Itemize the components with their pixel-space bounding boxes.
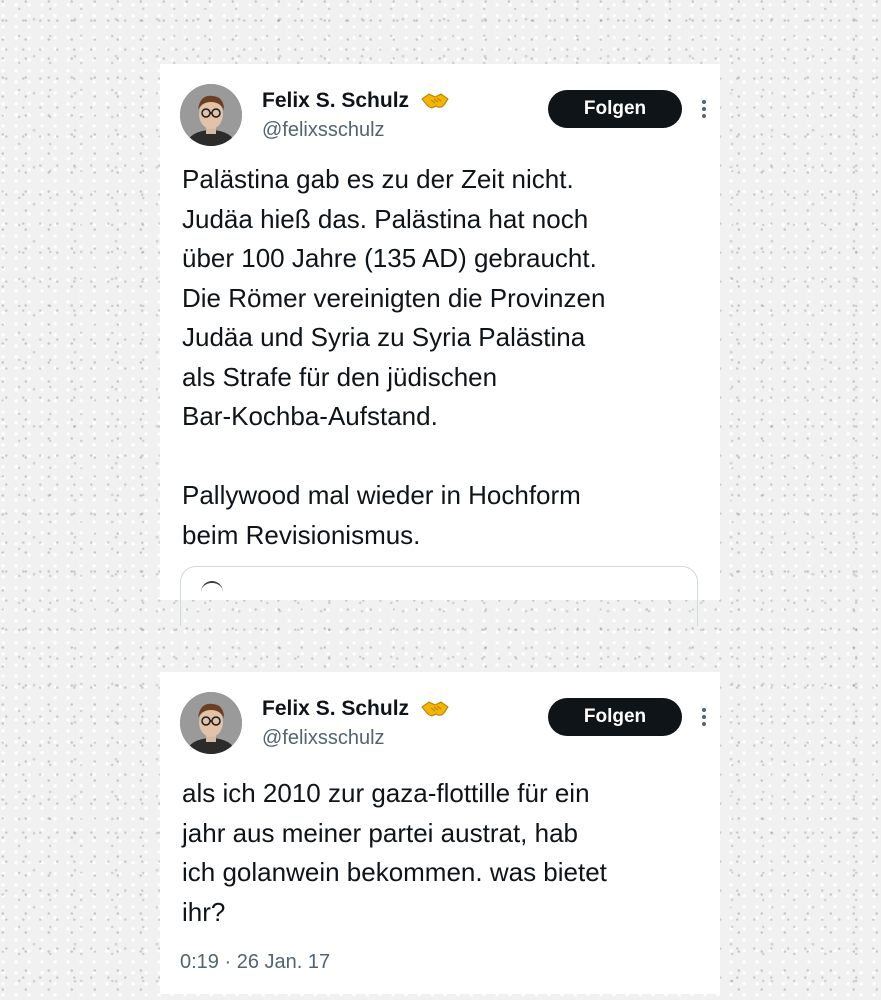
quoted-tweet[interactable] [180, 566, 698, 626]
timestamp[interactable]: 0:19 · 26 Jan. 17 [180, 950, 330, 974]
quoted-avatar [201, 581, 223, 603]
tweet-header: Felix S. Schulz @felixsschulz Folgen [180, 692, 706, 756]
more-vertical-icon[interactable] [700, 706, 708, 728]
avatar[interactable] [180, 84, 242, 146]
display-name[interactable]: Felix S. Schulz [262, 697, 409, 720]
handle[interactable]: @felixsschulz [262, 118, 385, 142]
handle[interactable]: @felixsschulz [262, 726, 385, 750]
more-vertical-icon[interactable] [700, 98, 708, 120]
follow-button[interactable]: Folgen [548, 698, 682, 736]
handshake-icon [420, 699, 450, 719]
tweet-card-1: Felix S. Schulz @felixsschulz Folgen Pal… [160, 64, 720, 626]
tweet-card-2: Felix S. Schulz @felixsschulz Folgen als… [160, 672, 720, 994]
tweet-text: als ich 2010 zur gaza-flottille für ein … [182, 778, 607, 927]
display-name[interactable]: Felix S. Schulz [262, 89, 409, 112]
name-row: Felix S. Schulz [262, 88, 450, 114]
tweet-header: Felix S. Schulz @felixsschulz Folgen [180, 84, 706, 148]
avatar[interactable] [180, 692, 242, 754]
tweet-text: Palästina gab es zu der Zeit nicht. Judä… [182, 164, 606, 550]
follow-button[interactable]: Folgen [548, 90, 682, 128]
name-row: Felix S. Schulz [262, 696, 450, 722]
handshake-icon [420, 91, 450, 111]
